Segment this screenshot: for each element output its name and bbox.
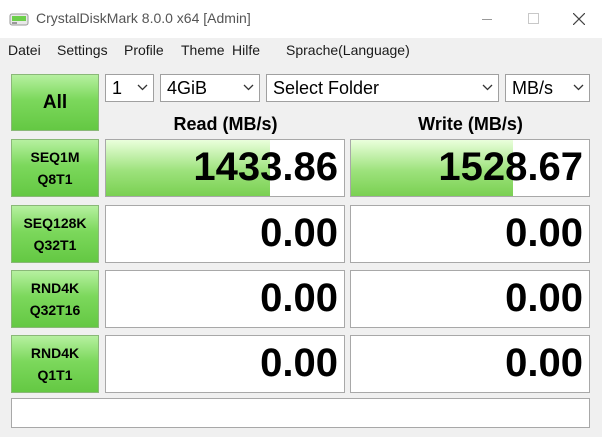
close-button[interactable] [556,0,602,38]
test-count-value: 1 [112,78,123,98]
all-tests-button[interactable]: All [11,74,99,131]
test-name-line2: Q8T1 [37,171,73,187]
test-size-select[interactable]: 4GiB [160,74,260,102]
test-name-line2: Q1T1 [37,367,73,383]
target-folder-select[interactable]: Select Folder [266,74,499,102]
maximize-button[interactable] [510,0,556,38]
menu-settings[interactable]: Settings [57,42,108,58]
test-count-select[interactable]: 1 [105,74,154,102]
read-result-value: 1433.86 [193,145,338,189]
test-size-value: 4GiB [167,78,208,98]
write-result: 0.00 [350,335,590,393]
chevron-down-icon [573,84,584,91]
title-bar: CrystalDiskMark 8.0.0 x64 [Admin] [0,0,602,38]
chevron-down-icon [137,84,148,91]
test-name-line2: Q32T1 [33,237,77,253]
menu-theme[interactable]: Theme [181,42,225,58]
read-result: 0.00 [105,205,345,263]
write-result: 1528.67 [350,139,590,197]
test-name-line1: RND4K [30,345,80,361]
comment-field[interactable] [11,398,590,428]
test-rnd4k-q32t16-button[interactable]: RND4K Q32T16 [11,270,99,328]
menu-language[interactable]: Sprache(Language) [286,42,410,58]
menu-bar: Datei Settings Profile Theme Hilfe Sprac… [0,38,602,62]
read-result: 1433.86 [105,139,345,197]
write-result-value: 0.00 [505,211,583,255]
read-result: 0.00 [105,270,345,328]
unit-select[interactable]: MB/s [505,74,590,102]
test-rnd4k-q1t1-button[interactable]: RND4K Q1T1 [11,335,99,393]
test-name-line1: SEQ1M [30,149,80,165]
test-name-line1: RND4K [30,280,80,296]
test-name-line1: SEQ128K [23,215,87,231]
test-seq1m-q8t1-button[interactable]: SEQ1M Q8T1 [11,139,99,197]
write-result: 0.00 [350,270,590,328]
unit-value: MB/s [512,78,554,98]
write-result-value: 0.00 [505,276,583,320]
close-icon [573,13,585,25]
minimize-button[interactable] [464,0,510,38]
read-result: 0.00 [105,335,345,393]
window-title: CrystalDiskMark 8.0.0 x64 [Admin] [36,10,251,26]
read-column-header: Read (MB/s) [173,114,278,134]
write-result-value: 1528.67 [438,145,583,189]
test-seq128k-q32t1-button[interactable]: SEQ128K Q32T1 [11,205,99,263]
crystaldiskmark-drive-icon [9,13,29,26]
write-result-value: 0.00 [505,341,583,385]
test-name-line2: Q32T16 [29,302,81,318]
read-result-value: 0.00 [260,276,338,320]
menu-datei[interactable]: Datei [8,42,41,58]
chevron-down-icon [243,84,254,91]
write-column-header: Write (MB/s) [418,114,523,134]
menu-profile[interactable]: Profile [124,42,164,58]
target-folder-value: Select Folder [273,78,380,98]
menu-hilfe[interactable]: Hilfe [232,42,260,58]
read-result-value: 0.00 [260,211,338,255]
read-result-value: 0.00 [260,341,338,385]
write-result: 0.00 [350,205,590,263]
chevron-down-icon [482,84,493,91]
